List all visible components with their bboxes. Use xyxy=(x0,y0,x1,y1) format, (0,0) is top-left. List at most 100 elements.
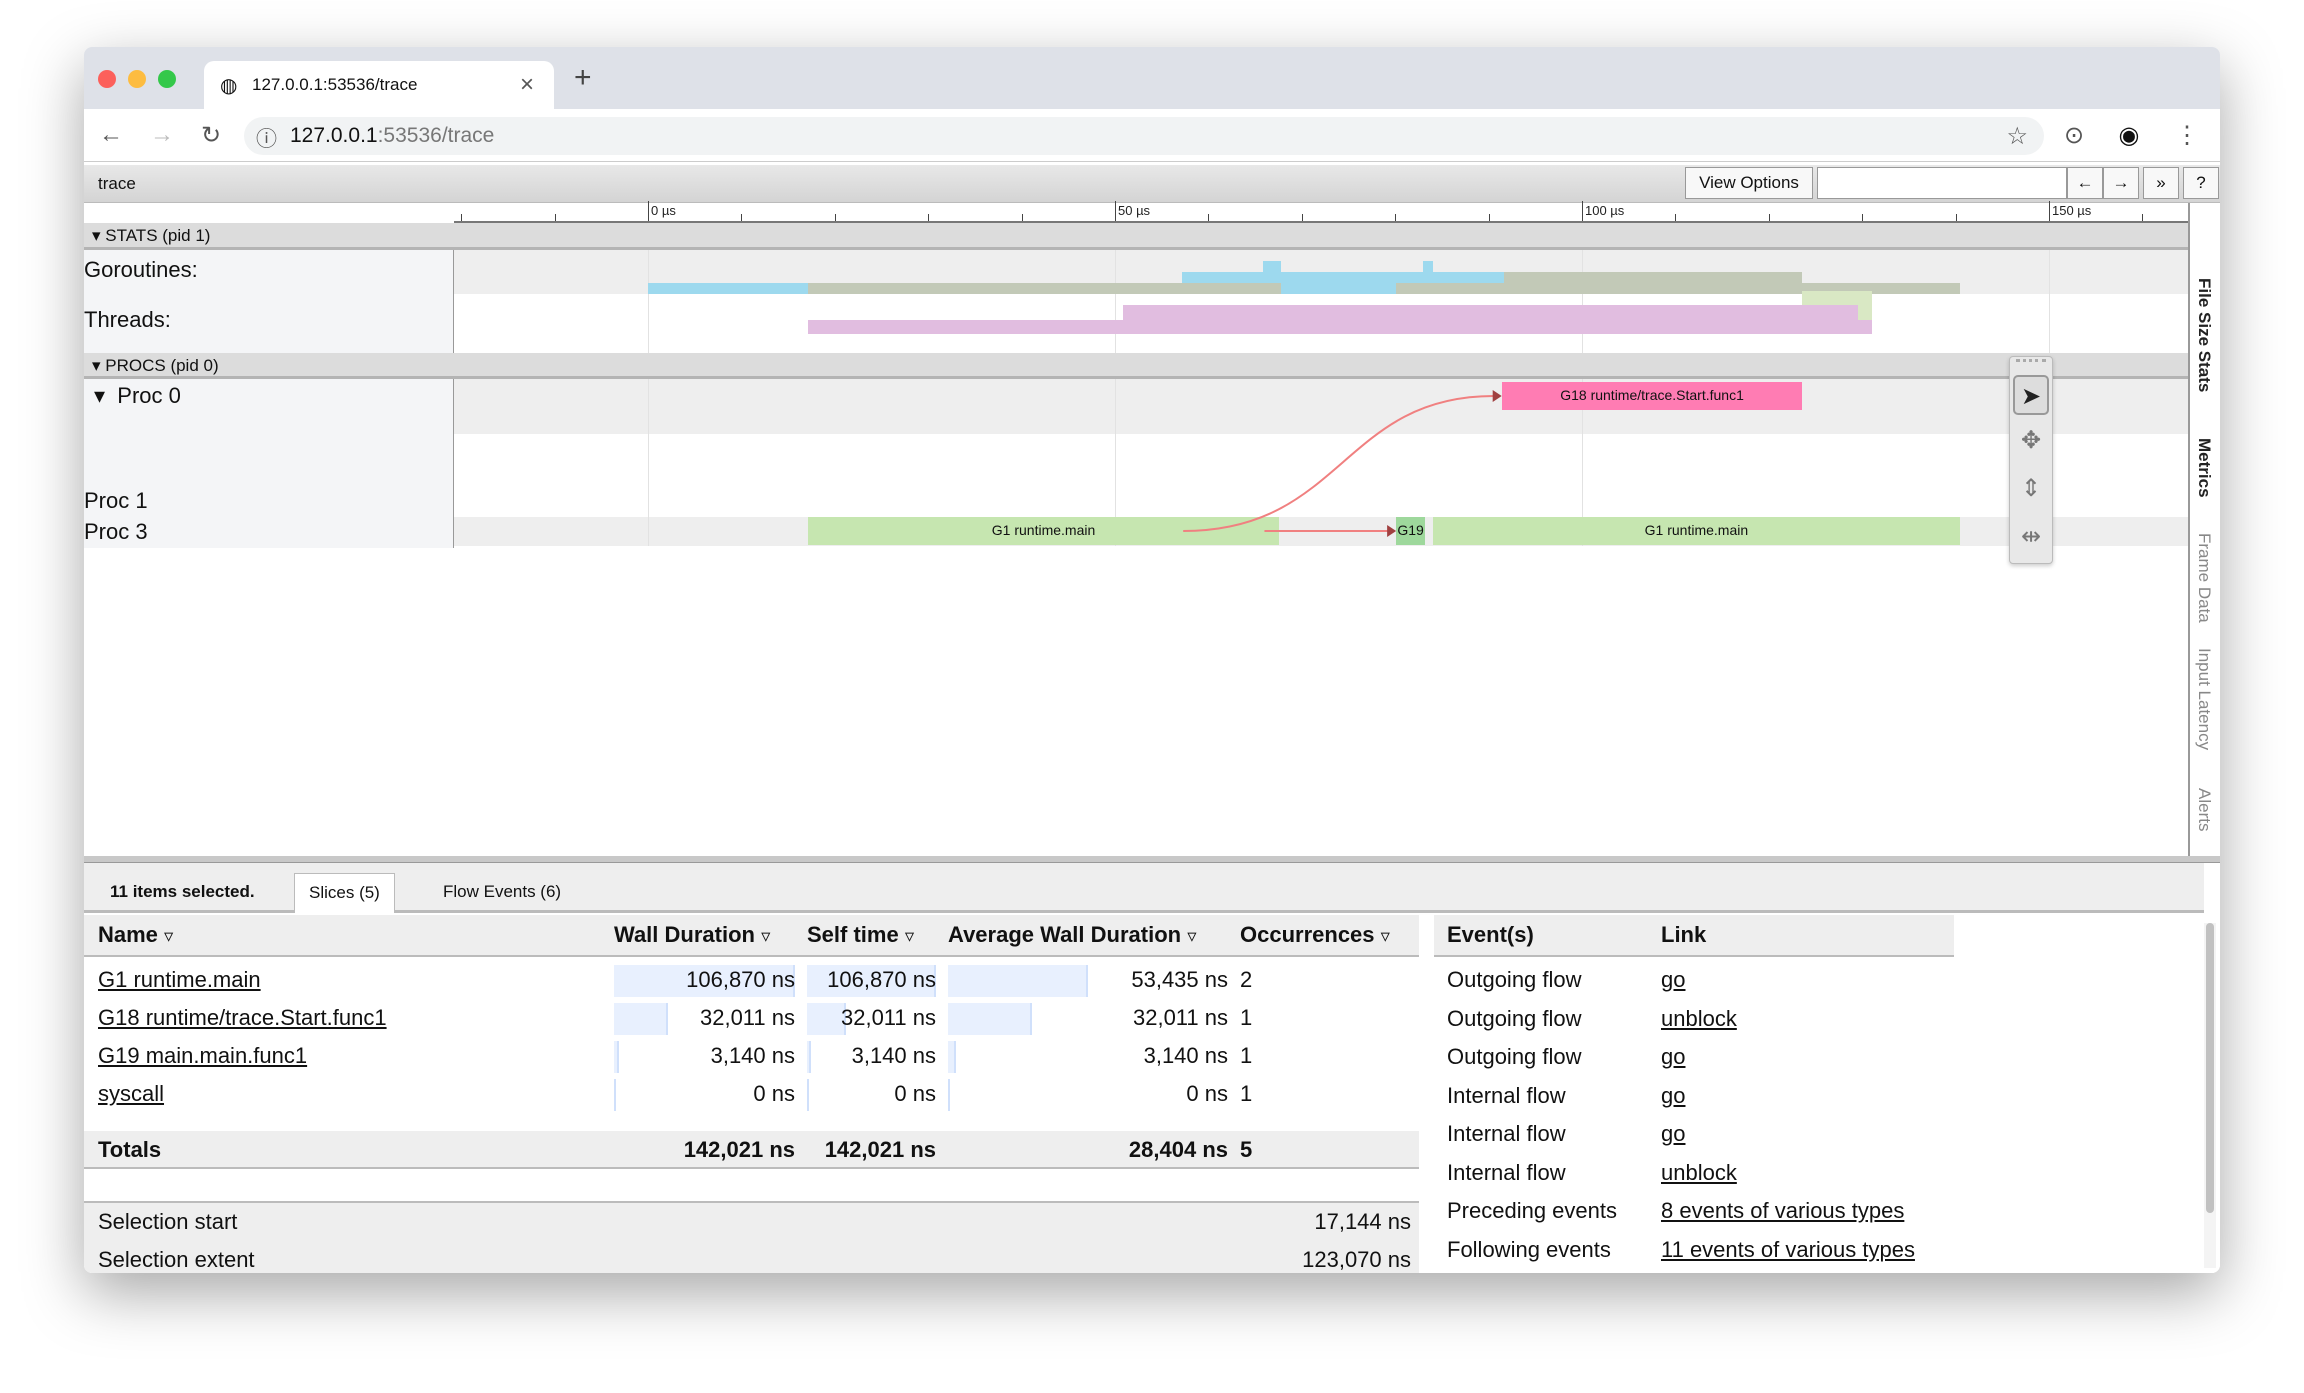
event-link[interactable]: unblock xyxy=(1661,1154,1737,1192)
ruler-tick xyxy=(1301,214,1303,221)
event-link[interactable]: go xyxy=(1661,1077,1685,1115)
selection-extent-value: 123,070 ns xyxy=(1302,1247,1411,1272)
col-self-time[interactable]: Self time ▿ xyxy=(807,915,914,956)
select-tool-icon[interactable]: ➤ xyxy=(2013,375,2049,415)
self-time: 3,140 ns xyxy=(851,1043,936,1068)
ruler-tick xyxy=(741,214,743,221)
mouse-mode-selector[interactable]: ➤ ✥ ⇕ ⇹ xyxy=(2009,356,2053,564)
slice-name-link[interactable]: G18 runtime/trace.Start.func1 xyxy=(98,999,387,1037)
events-table-header: Event(s) Link xyxy=(1434,915,1954,957)
address-bar[interactable]: ⓘ 127.0.0.1:53536/trace ☆ xyxy=(244,117,2044,155)
selection-summary: 11 items selected. xyxy=(110,882,255,901)
event-link[interactable]: go xyxy=(1661,1115,1685,1153)
totals-label: Totals xyxy=(98,1137,162,1162)
tab-slices[interactable]: Slices (5) xyxy=(294,873,395,913)
tab-flow-events[interactable]: Flow Events (6) xyxy=(429,873,575,913)
occurrences: 1 xyxy=(1240,1043,1253,1068)
col-link: Link xyxy=(1661,922,1707,947)
ruler-tick xyxy=(1582,201,1583,221)
selection-extent-label: Selection extent xyxy=(98,1247,255,1272)
occurrences: 1 xyxy=(1240,1005,1253,1030)
time-ruler[interactable]: 0 µs 50 µs 100 µs 150 µs xyxy=(454,201,2188,223)
new-tab-button[interactable]: + xyxy=(574,61,592,95)
close-tab-icon[interactable]: × xyxy=(520,71,534,99)
selection-info: Selection start 17,144 ns Selection exte… xyxy=(84,1201,1419,1273)
flow-arrows xyxy=(1183,390,1502,537)
side-tab-file-size-stats[interactable]: File Size Stats xyxy=(2194,278,2214,392)
ruler-tick xyxy=(554,214,556,221)
maximize-window-button[interactable] xyxy=(158,70,176,88)
bookmark-star-icon[interactable]: ☆ xyxy=(2006,122,2028,151)
totals-self: 142,021 ns xyxy=(824,1137,936,1162)
event-row: Following events 11 events of various ty… xyxy=(1434,1231,1954,1269)
event-row: Preceding events 8 events of various typ… xyxy=(1434,1192,1954,1230)
wall-duration: 0 ns xyxy=(753,1081,795,1106)
ruler-tick xyxy=(928,214,930,221)
profile-avatar[interactable]: ◉ xyxy=(2114,121,2144,150)
col-name[interactable]: Name ▿ xyxy=(98,915,173,956)
self-time: 0 ns xyxy=(894,1081,936,1106)
col-occurrences[interactable]: Occurrences ▿ xyxy=(1240,915,1390,956)
self-time: 106,870 ns xyxy=(827,967,936,992)
find-next-button[interactable]: → xyxy=(2103,167,2139,199)
forward-icon[interactable]: → xyxy=(147,121,177,149)
slice-name-link[interactable]: G19 main.main.func1 xyxy=(98,1037,307,1075)
timing-tool-icon[interactable]: ⇹ xyxy=(2013,517,2049,557)
side-panel-tabs: File Size Stats Metrics Frame Data Input… xyxy=(2188,203,2220,856)
scrollbar-thumb[interactable] xyxy=(2206,923,2214,1213)
event-row: Outgoing flow go xyxy=(1434,961,1954,999)
event-link[interactable]: go xyxy=(1661,1038,1685,1076)
ruler-tick xyxy=(1208,214,1210,221)
ruler-tick xyxy=(1488,214,1490,221)
ruler-tick xyxy=(2049,201,2050,221)
close-window-button[interactable] xyxy=(98,70,116,88)
wall-duration: 32,011 ns xyxy=(699,1005,795,1030)
ruler-tick xyxy=(1862,214,1864,221)
event-type: Outgoing flow xyxy=(1447,967,1582,992)
average-wall-duration: 32,011 ns xyxy=(1132,1005,1228,1030)
analysis-tabs: 11 items selected. Slices (5) Flow Event… xyxy=(84,863,2204,913)
pan-tool-icon[interactable]: ✥ xyxy=(2013,421,2049,461)
trace-toolbar: trace View Options ← → » ? xyxy=(84,165,2220,203)
event-row: Internal flow go xyxy=(1434,1077,1954,1115)
flow-arrow[interactable] xyxy=(1183,395,1494,532)
side-tab-alerts[interactable]: Alerts xyxy=(2194,788,2214,831)
event-type: Following events xyxy=(1447,1236,1611,1262)
drag-handle[interactable] xyxy=(2016,359,2046,369)
ruler-tick xyxy=(2142,214,2144,221)
track-area[interactable]: ▾ STATS (pid 1) Goroutines: Threads: ▾ P… xyxy=(84,223,2188,548)
occurrences: 2 xyxy=(1240,967,1253,992)
minimize-window-button[interactable] xyxy=(128,70,146,88)
ruler-tick xyxy=(1021,214,1023,221)
find-prev-button[interactable]: ← xyxy=(2067,167,2103,199)
side-tab-frame-data[interactable]: Frame Data xyxy=(2194,533,2214,623)
col-average-wall-duration[interactable]: Average Wall Duration ▿ xyxy=(948,915,1196,956)
panel-splitter[interactable] xyxy=(84,856,2220,863)
slice-name-link[interactable]: syscall xyxy=(98,1075,164,1113)
slice-name-link[interactable]: G1 runtime.main xyxy=(98,961,261,999)
help-button[interactable]: ? xyxy=(2183,167,2219,199)
event-type: Internal flow xyxy=(1447,1121,1566,1146)
more-button[interactable]: » xyxy=(2143,167,2179,199)
flow-arrowhead xyxy=(1387,525,1397,537)
col-wall-duration[interactable]: Wall Duration ▿ xyxy=(614,915,770,956)
event-link[interactable]: 8 events of various types xyxy=(1661,1192,1904,1230)
event-link[interactable]: go xyxy=(1661,961,1685,999)
reload-icon[interactable]: ↻ xyxy=(196,121,226,150)
ruler-tick xyxy=(1675,214,1677,221)
extension-icon[interactable]: ⊙ xyxy=(2059,121,2089,150)
ruler-tick-label: 150 µs xyxy=(2052,203,2092,218)
back-icon[interactable]: ← xyxy=(96,121,126,149)
zoom-tool-icon[interactable]: ⇕ xyxy=(2013,469,2049,509)
browser-tab[interactable]: ◍ 127.0.0.1:53536/trace × xyxy=(204,61,554,109)
view-options-button[interactable]: View Options xyxy=(1685,167,1813,199)
find-input[interactable] xyxy=(1817,167,2067,199)
scrollbar-track[interactable] xyxy=(2204,923,2216,1268)
event-link[interactable]: 11 events of various types xyxy=(1661,1231,1915,1269)
side-tab-input-latency[interactable]: Input Latency xyxy=(2194,648,2214,750)
event-link[interactable]: unblock xyxy=(1661,1000,1737,1038)
side-tab-metrics[interactable]: Metrics xyxy=(2194,438,2214,498)
event-row: Outgoing flow unblock xyxy=(1434,1000,1954,1038)
event-type: Internal flow xyxy=(1447,1082,1566,1108)
menu-icon[interactable]: ⋮ xyxy=(2172,121,2202,150)
